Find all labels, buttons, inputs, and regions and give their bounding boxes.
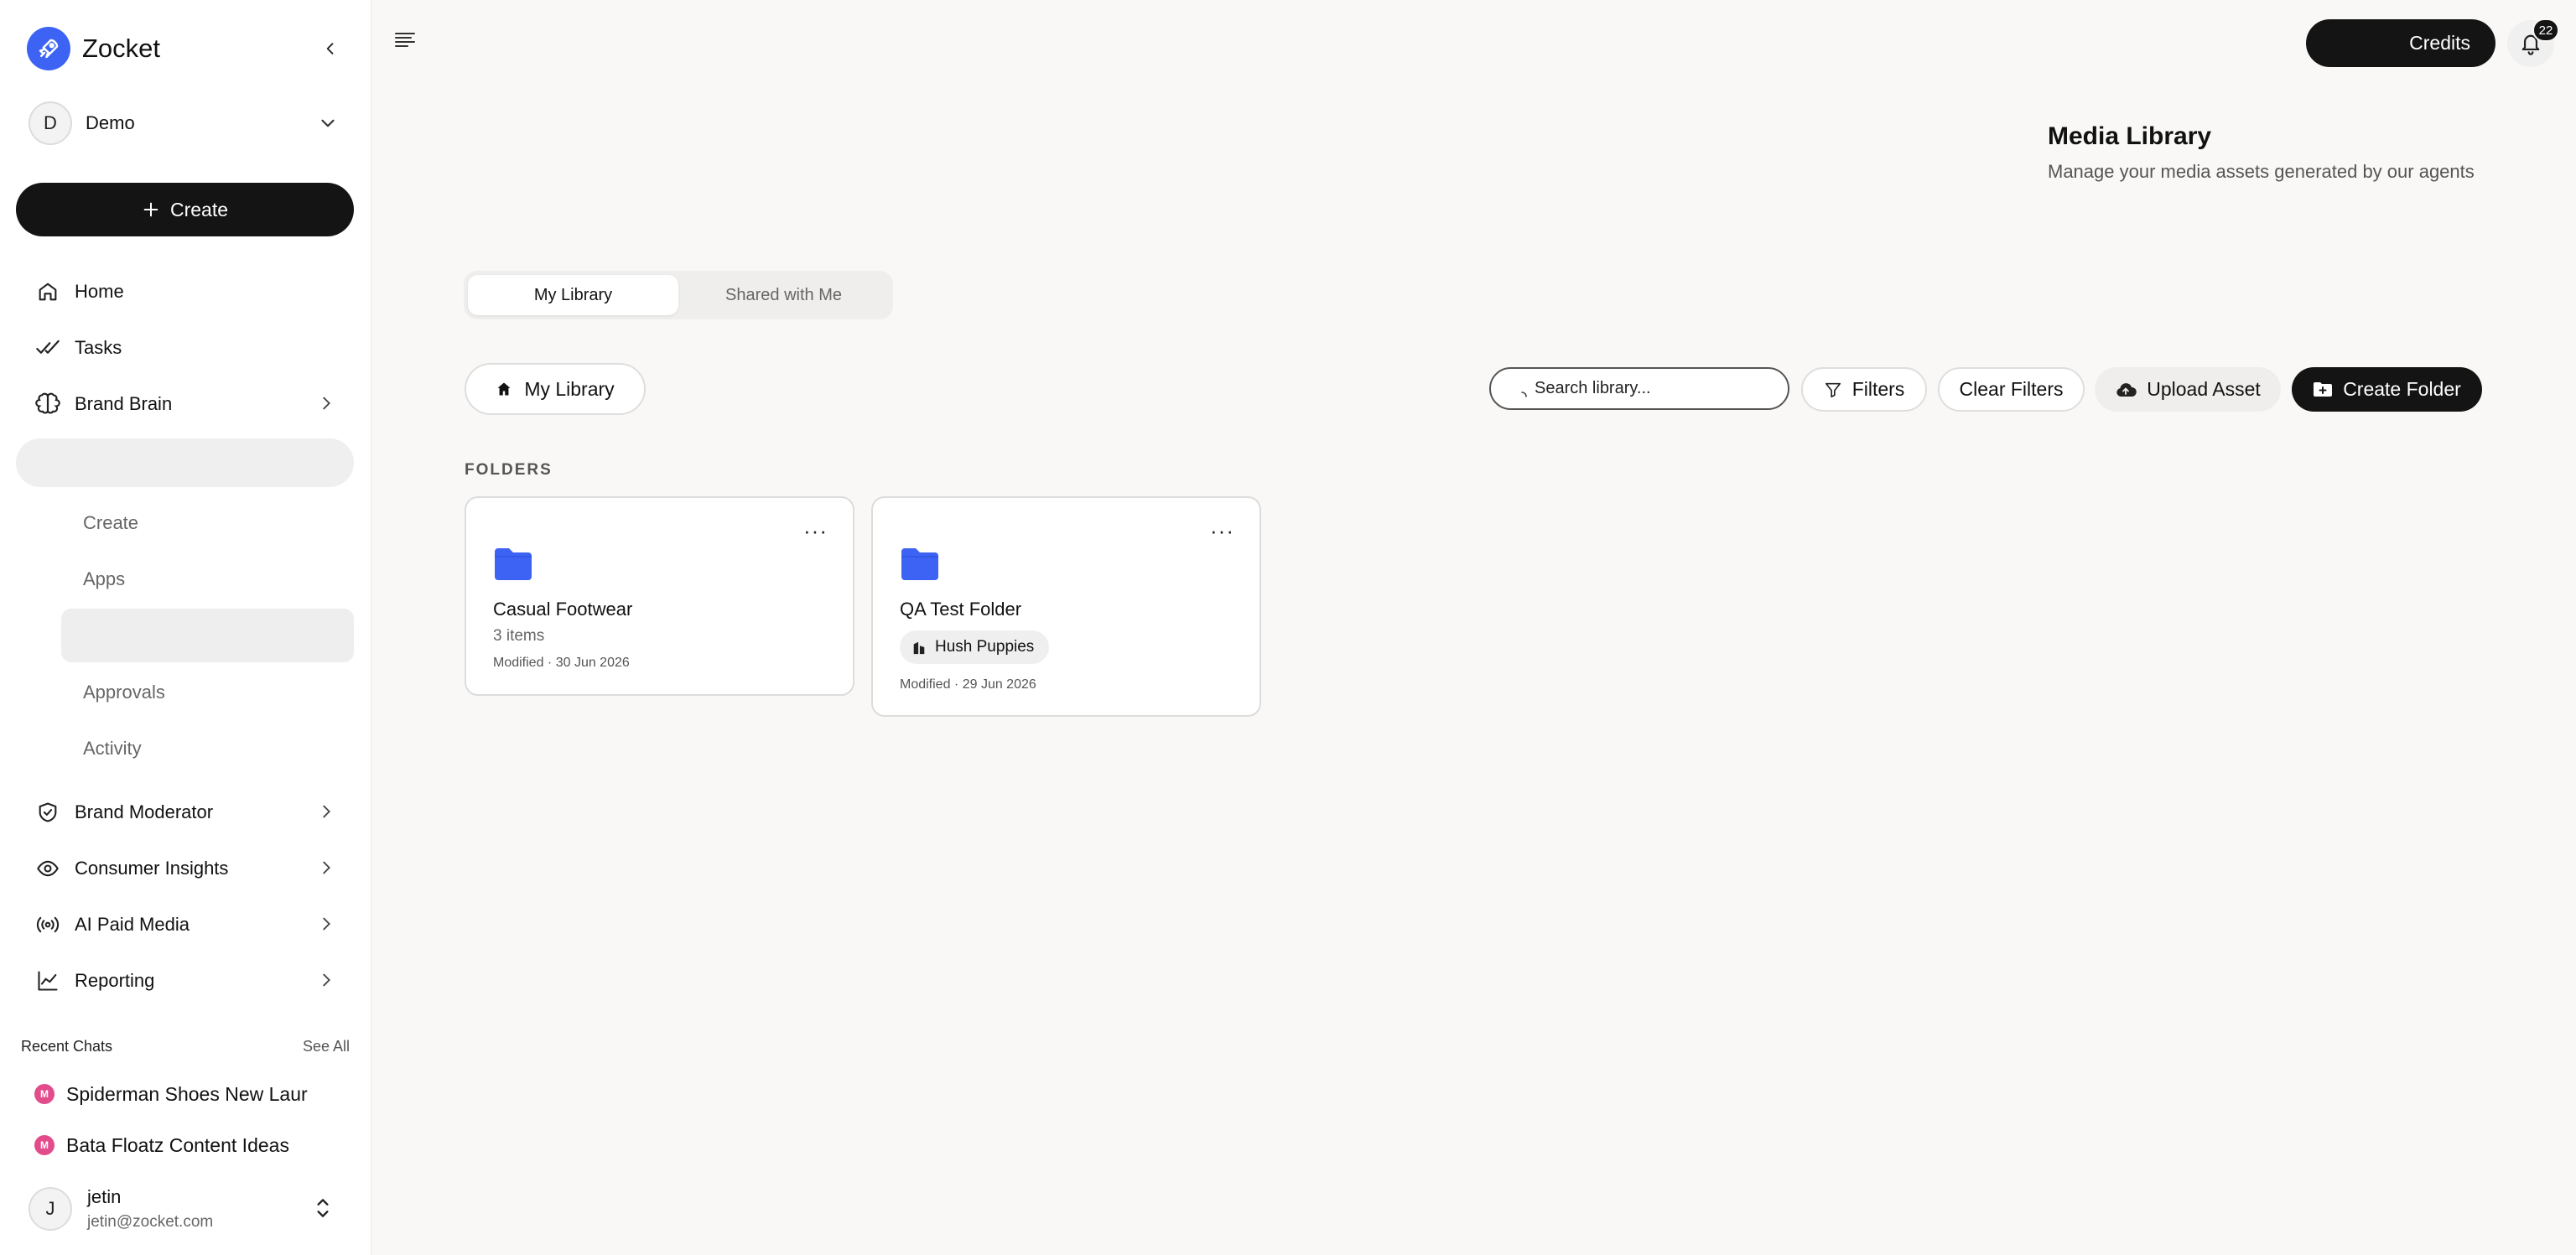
app-name: Zocket [82,34,161,63]
sidebar-subitem-approvals[interactable]: Approvals [83,676,165,709]
chevron-right-icon [323,973,330,987]
sidebar-item-label: AI Paid Media [75,914,190,935]
create-folder-label: Create Folder [2343,378,2461,400]
library-tabs: My Library Shared with Me [464,271,893,319]
folder-icon [495,548,532,580]
loading-spinner-icon [1521,392,1527,397]
building-icon [913,641,925,655]
sidebar-item-tasks[interactable]: Tasks [16,324,354,372]
chevron-down-icon [321,119,335,127]
folder-plus-icon [2314,381,2333,397]
recent-chat-item[interactable]: M Bata Floatz Content Ideas [34,1130,319,1160]
chat-title: Spiderman Shoes New Laur [66,1082,308,1105]
chat-badge: M [34,1084,55,1104]
sidebar-item-reporting[interactable]: Reporting [16,957,354,1005]
sidebar-item-selected[interactable] [16,438,354,487]
folder-modified-date: Modified · 29 Jun 2026 [900,677,1036,692]
chevron-right-icon [323,861,330,874]
user-email: jetin@zocket.com [87,1213,214,1231]
plus-icon [143,202,158,217]
tab-my-library[interactable]: My Library [468,275,678,315]
cloud-upload-icon [2116,382,2137,397]
chevron-left-icon [326,43,334,54]
chevron-right-icon [323,917,330,931]
breadcrumb-label: My Library [524,377,615,400]
double-check-icon [33,333,63,363]
broadcast-icon [33,910,63,940]
rocket-logo-icon [27,27,70,70]
brand[interactable]: Zocket [27,27,160,70]
menu-toggle-button[interactable] [394,30,418,54]
create-folder-button[interactable]: Create Folder [2292,367,2482,412]
chevron-right-icon [323,805,330,818]
sidebar-item-brand-brain[interactable]: Brand Brain [16,380,354,428]
folder-card[interactable]: ··· Casual Footwear 3 items Modified · 3… [465,496,854,696]
sidebar-item-label: Brand Moderator [75,801,214,822]
sidebar-subitem-activity[interactable]: Activity [83,732,142,765]
filter-icon [1825,382,1841,397]
menu-lines-icon [395,33,415,47]
folder-name: Casual Footwear [493,599,633,620]
brain-icon [33,389,63,419]
folder-modified-date: Modified · 30 Jun 2026 [493,656,630,670]
see-all-link[interactable]: See All [303,1038,350,1055]
home-icon [497,382,511,396]
breadcrumb[interactable]: My Library [465,363,646,415]
user-menu[interactable]: J jetin jetin@zocket.com [29,1185,347,1232]
credits-button[interactable]: Credits [2306,19,2496,67]
search-field[interactable] [1489,367,1789,410]
chevron-right-icon [323,397,330,410]
notification-count-badge: 22 [2532,18,2559,42]
brand-tag-label: Hush Puppies [935,638,1035,656]
filters-button[interactable]: Filters [1801,367,1927,412]
chat-title: Bata Floatz Content Ideas [66,1133,289,1156]
page-subtitle: Manage your media assets generated by ou… [2048,161,2475,182]
folder-name: QA Test Folder [900,599,1022,620]
sidebar-subitem-create[interactable]: Create [83,506,138,540]
filters-label: Filters [1852,378,1905,400]
sidebar-item-label: Brand Brain [75,393,173,414]
create-button[interactable]: Create [16,183,354,236]
brand-tag: Hush Puppies [900,630,1050,664]
sidebar-item-label: Consumer Insights [75,858,229,879]
line-chart-icon [33,966,63,996]
workspace-avatar: D [29,101,72,145]
more-options-button[interactable]: ··· [1210,518,1234,544]
sidebar-item-label: Home [75,281,124,302]
upload-asset-label: Upload Asset [2147,378,2261,400]
search-input[interactable] [1491,369,1788,408]
sidebar-item-home[interactable]: Home [16,267,354,316]
eye-icon [33,853,63,884]
page-title: Media Library [2048,122,2212,150]
sidebar-item-label: Tasks [75,337,122,358]
sidebar-item-label: Reporting [75,970,155,991]
recent-chat-item[interactable]: M Spiderman Shoes New Laur [34,1079,319,1109]
folder-card[interactable]: ··· QA Test Folder Hush Puppies Modified… [871,496,1261,717]
workspace-name: Demo [86,112,135,133]
sidebar-subitem-apps[interactable]: Apps [83,563,125,596]
chat-badge: M [34,1135,55,1155]
sidebar-subitem-selected[interactable] [61,609,354,662]
home-icon [33,277,63,307]
collapse-sidebar-button[interactable] [317,35,344,62]
clear-filters-button[interactable]: Clear Filters [1938,367,2085,412]
sidebar-item-brand-moderator[interactable]: Brand Moderator [16,788,354,837]
avatar: J [29,1187,72,1231]
recent-chats-header: Recent Chats See All [21,1038,350,1055]
more-options-button[interactable]: ··· [803,518,828,544]
chevron-up-down-icon [317,1199,329,1217]
sidebar: Zocket D Demo Create Home Tasks Brand Br… [0,0,371,1255]
workspace-switcher[interactable]: D Demo [29,101,347,146]
folders-heading: FOLDERS [465,461,553,479]
sidebar-item-ai-paid-media[interactable]: AI Paid Media [16,900,354,949]
create-button-label: Create [169,198,229,220]
folder-item-count: 3 items [493,627,545,645]
upload-asset-button[interactable]: Upload Asset [2095,367,2281,412]
tab-shared-with-me[interactable]: Shared with Me [678,275,889,315]
sidebar-item-consumer-insights[interactable]: Consumer Insights [16,844,354,893]
user-name: jetin [87,1186,122,1207]
recent-chats-title: Recent Chats [21,1038,113,1055]
shield-check-icon [33,797,63,827]
folder-icon [901,548,938,580]
